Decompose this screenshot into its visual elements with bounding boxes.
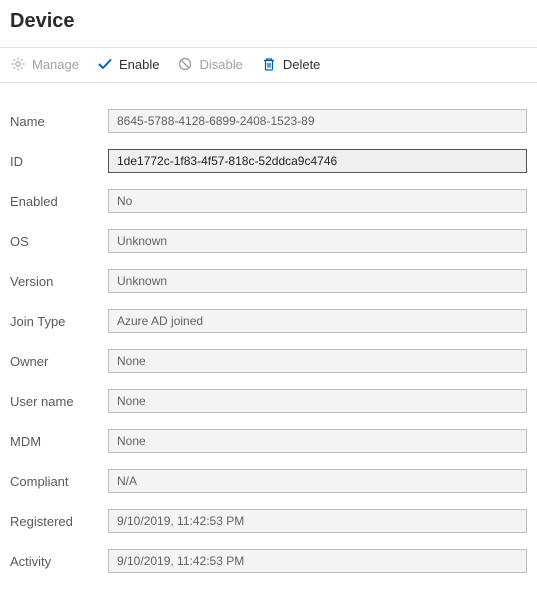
disable-button: Disable xyxy=(177,56,242,72)
gear-icon xyxy=(10,56,26,72)
label-owner: Owner xyxy=(10,354,108,369)
label-os: OS xyxy=(10,234,108,249)
page-title: Device xyxy=(0,0,537,47)
field-registered[interactable]: 9/10/2019, 11:42:53 PM xyxy=(108,509,527,533)
label-enabled: Enabled xyxy=(10,194,108,209)
label-mdm: MDM xyxy=(10,434,108,449)
field-os[interactable]: Unknown xyxy=(108,229,527,253)
field-id[interactable]: 1de1772c-1f83-4f57-818c-52ddca9c4746 xyxy=(108,149,527,173)
device-form: Name 8645-5788-4128-6899-2408-1523-89 ID… xyxy=(0,83,537,595)
enable-button[interactable]: Enable xyxy=(97,56,159,72)
label-registered: Registered xyxy=(10,514,108,529)
label-activity: Activity xyxy=(10,554,108,569)
label-user-name: User name xyxy=(10,394,108,409)
field-user-name[interactable]: None xyxy=(108,389,527,413)
manage-button: Manage xyxy=(10,56,79,72)
enable-label: Enable xyxy=(119,57,159,72)
field-compliant[interactable]: N/A xyxy=(108,469,527,493)
field-join-type[interactable]: Azure AD joined xyxy=(108,309,527,333)
trash-icon xyxy=(261,56,277,72)
disable-label: Disable xyxy=(199,57,242,72)
delete-label: Delete xyxy=(283,57,321,72)
field-name[interactable]: 8645-5788-4128-6899-2408-1523-89 xyxy=(108,109,527,133)
label-compliant: Compliant xyxy=(10,474,108,489)
toolbar: Manage Enable Disable xyxy=(0,48,537,82)
field-activity[interactable]: 9/10/2019, 11:42:53 PM xyxy=(108,549,527,573)
blocked-icon xyxy=(177,56,193,72)
field-mdm[interactable]: None xyxy=(108,429,527,453)
manage-label: Manage xyxy=(32,57,79,72)
label-name: Name xyxy=(10,114,108,129)
field-enabled[interactable]: No xyxy=(108,189,527,213)
label-join-type: Join Type xyxy=(10,314,108,329)
label-id: ID xyxy=(10,154,108,169)
field-owner[interactable]: None xyxy=(108,349,527,373)
delete-button[interactable]: Delete xyxy=(261,56,321,72)
checkmark-icon xyxy=(97,56,113,72)
field-version[interactable]: Unknown xyxy=(108,269,527,293)
label-version: Version xyxy=(10,274,108,289)
